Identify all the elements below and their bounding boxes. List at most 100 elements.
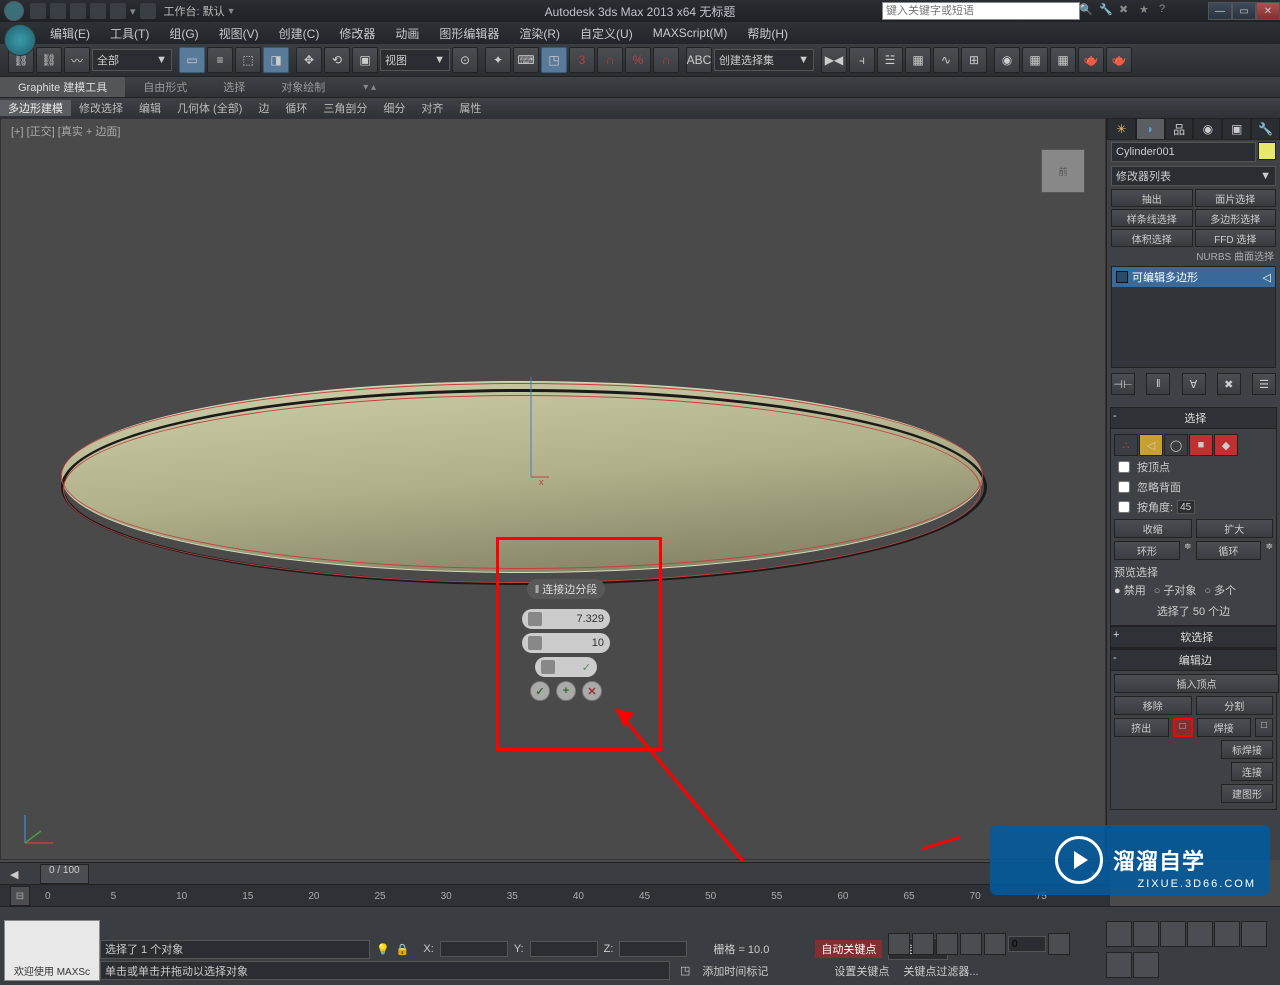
align-icon[interactable]: ⫞ (849, 47, 875, 73)
btn-split[interactable]: 分割 (1196, 696, 1274, 715)
goto-end-icon[interactable] (984, 933, 1006, 955)
minimize-button[interactable]: — (1208, 2, 1232, 20)
snap-toggle-icon[interactable]: ◳ (541, 47, 567, 73)
trackbar-toggle-icon[interactable]: ⊟ (10, 886, 30, 906)
radio-preview-off[interactable]: 禁用 (1114, 582, 1146, 598)
menu-views[interactable]: 视图(V) (209, 25, 269, 42)
tab-modify-icon[interactable]: ◗ (1136, 118, 1165, 140)
help-icon[interactable]: ? (1159, 3, 1175, 19)
current-frame-input[interactable] (1008, 936, 1046, 952)
menu-help[interactable]: 帮助(H) (737, 25, 798, 42)
rollout-edit-edges-header[interactable]: -编辑边 (1111, 650, 1276, 671)
btn-remove[interactable]: 移除 (1114, 696, 1192, 715)
select-region-icon[interactable]: ⬚ (235, 47, 261, 73)
subscription-icon[interactable]: 🔧 (1099, 3, 1115, 19)
use-center-icon[interactable]: ⊙ (452, 47, 478, 73)
btn-target-weld[interactable]: 标焊接 (1221, 740, 1273, 759)
menu-maxscript[interactable]: MAXScript(M) (643, 26, 738, 40)
btn-select-sub5[interactable]: 体积选择 (1111, 229, 1193, 247)
nav-zoom-extents-all-icon[interactable] (1187, 921, 1213, 947)
keyboard-shortcut-icon[interactable]: ⌨ (513, 47, 539, 73)
modifier-stack[interactable]: 可编辑多边形◁ (1111, 266, 1276, 368)
btn-create-shape[interactable]: 建图形 (1221, 784, 1273, 803)
menu-animation[interactable]: 动画 (385, 25, 429, 42)
rotate-icon[interactable]: ⟲ (324, 47, 350, 73)
stack-show-end-icon[interactable]: ‖ (1146, 373, 1170, 395)
btn-loop[interactable]: 循环 (1196, 541, 1262, 560)
spinner-snap-icon[interactable]: % (625, 47, 651, 73)
angle-spinner[interactable] (1177, 500, 1195, 514)
caddy-segments-field[interactable]: 7.329 (522, 609, 610, 629)
time-slider[interactable]: ◀ 0 / 100 ▶ (0, 862, 1110, 885)
btn-insert-vertex[interactable]: 插入顶点 (1114, 674, 1279, 693)
menu-graph-editors[interactable]: 图形编辑器 (429, 25, 509, 42)
lock-icon[interactable]: 🔒 (396, 943, 410, 956)
viewport-orthographic[interactable]: [+] [正交] [真实 + 边面] 前 x ‖ 连接边分段 7.329 10 … (0, 118, 1106, 860)
named-selection-combo[interactable]: 创建选择集▼ (714, 49, 814, 71)
tab-create-icon[interactable]: ✳ (1107, 118, 1136, 140)
select-object-icon[interactable]: ▭ (179, 47, 205, 73)
stack-remove-icon[interactable]: ✖ (1217, 373, 1241, 395)
ribbon-panel-edit[interactable]: 编辑 (131, 100, 169, 116)
subobj-edge-icon[interactable]: ◁ (1139, 434, 1163, 456)
stack-configure-icon[interactable]: ☰ (1252, 373, 1276, 395)
nav-orbit-icon[interactable] (1106, 952, 1132, 978)
chk-ignore-backfacing[interactable] (1118, 481, 1130, 493)
render-frame-icon[interactable]: ▦ (1050, 47, 1076, 73)
material-editor-icon[interactable]: ◉ (994, 47, 1020, 73)
application-menu-button[interactable] (4, 24, 36, 56)
menu-create[interactable]: 创建(C) (269, 25, 330, 42)
radio-preview-multi[interactable]: 多个 (1204, 582, 1236, 598)
lock-bulb-icon[interactable]: 💡 (376, 943, 390, 956)
set-key-button[interactable]: 设置关键点 (834, 963, 889, 979)
coord-x-input[interactable] (440, 941, 508, 957)
ribbon-panel-align[interactable]: 对齐 (413, 100, 451, 116)
menu-customize[interactable]: 自定义(U) (570, 25, 643, 42)
tab-hierarchy-icon[interactable]: 品 (1165, 118, 1194, 140)
add-time-tag-button[interactable]: 添加时间标记 (702, 963, 768, 979)
ribbon-panel-tri[interactable]: 三角剖分 (315, 100, 375, 116)
welcome-screen-thumbnail[interactable]: 欢迎使用 MAXSc (4, 920, 100, 981)
coord-z-input[interactable] (619, 941, 687, 957)
workspace-dropdown-icon[interactable]: ▼ (227, 6, 236, 16)
subobj-border-icon[interactable]: ◯ (1164, 434, 1188, 456)
window-crossing-icon[interactable]: ◨ (263, 47, 289, 73)
chk-by-angle[interactable] (1118, 501, 1130, 513)
tab-motion-icon[interactable]: ◉ (1193, 118, 1222, 140)
nav-maximize-icon[interactable] (1133, 952, 1159, 978)
tab-display-icon[interactable]: ▣ (1222, 118, 1251, 140)
mirror-icon[interactable]: ▶◀ (821, 47, 847, 73)
ribbon-tab-selection[interactable]: 选择 (205, 77, 263, 97)
ribbon-panel-props[interactable]: 属性 (451, 100, 489, 116)
btn-shrink[interactable]: 收缩 (1114, 519, 1192, 538)
ribbon-panel-subdiv[interactable]: 细分 (375, 100, 413, 116)
timeslider-prev-icon[interactable]: ◀ (10, 868, 18, 881)
object-color-swatch[interactable] (1258, 142, 1276, 160)
btn-weld[interactable]: 焊接 (1197, 718, 1252, 737)
ribbon-tab-graphite[interactable]: Graphite 建模工具 (0, 77, 125, 97)
modifier-list-combo[interactable]: 修改器列表▼ (1111, 166, 1276, 186)
qat-open-icon[interactable] (50, 3, 66, 19)
script-listener-icon[interactable]: ◳ (680, 964, 690, 977)
caddy-pinch-field[interactable]: 10 (522, 633, 610, 653)
caddy-title[interactable]: ‖ 连接边分段 (527, 579, 606, 599)
select-by-name-icon[interactable]: ≡ (207, 47, 233, 73)
render-iterative-icon[interactable]: 🫖 (1106, 47, 1132, 73)
ribbon-panel-polymodeling[interactable]: 多边形建模 (0, 100, 71, 116)
rollout-selection-header[interactable]: -选择 (1111, 408, 1276, 429)
menu-rendering[interactable]: 渲染(R) (509, 25, 570, 42)
ribbon-tab-paint[interactable]: 对象绘制 (263, 77, 343, 97)
caddy-ok-button[interactable]: ✓ (530, 681, 550, 701)
qat-redo-icon[interactable] (110, 3, 126, 19)
subobj-polygon-icon[interactable]: ■ (1189, 434, 1213, 456)
curve-editor-icon[interactable]: ∿ (933, 47, 959, 73)
btn-extrude[interactable]: 挤出 (1114, 718, 1169, 737)
nav-zoom-all-icon[interactable] (1133, 921, 1159, 947)
caddy-cancel-button[interactable]: ✕ (582, 681, 602, 701)
manipulate-icon[interactable]: ✦ (485, 47, 511, 73)
btn-connect[interactable]: 连接 (1231, 762, 1273, 781)
subobj-element-icon[interactable]: ◆ (1214, 434, 1238, 456)
btn-select-sub2[interactable]: 面片选择 (1195, 189, 1277, 207)
subobj-vertex-icon[interactable]: ∴ (1114, 434, 1138, 456)
time-config-icon[interactable] (1048, 933, 1070, 955)
